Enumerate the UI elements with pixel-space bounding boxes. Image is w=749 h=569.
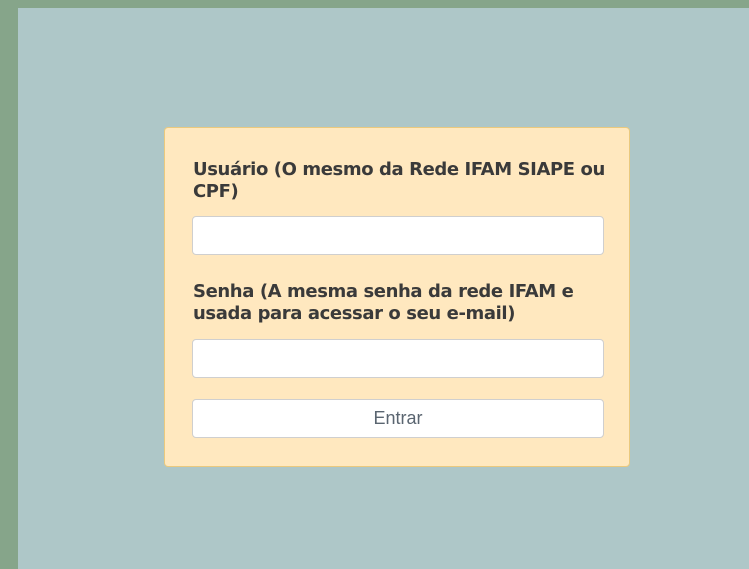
login-form: Usuário (O mesmo da Rede IFAM SIAPE ou C… <box>164 127 630 467</box>
password-input[interactable] <box>192 339 604 378</box>
login-button[interactable]: Entrar <box>192 399 604 438</box>
page-background: Usuário (O mesmo da Rede IFAM SIAPE ou C… <box>18 8 749 569</box>
password-label: Senha (A mesma senha da rede IFAM e usad… <box>193 281 574 324</box>
username-label: Usuário (O mesmo da Rede IFAM SIAPE ou C… <box>193 159 605 202</box>
username-input[interactable] <box>192 216 604 255</box>
